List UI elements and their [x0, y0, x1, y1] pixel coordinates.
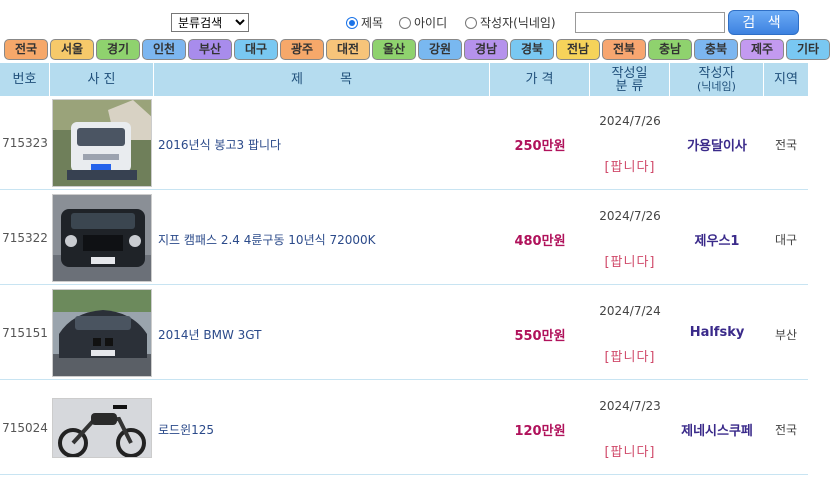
- region-tab[interactable]: 부산: [188, 39, 232, 60]
- row-number: 715024: [2, 421, 48, 435]
- region-tab[interactable]: 경남: [464, 39, 508, 60]
- region-tab[interactable]: 경기: [96, 39, 140, 60]
- table-row[interactable]: 715024 로드윈125 120만원 2024/7/23 [팝니다] 제네시스…: [0, 381, 808, 475]
- header-number: 번호: [0, 63, 50, 96]
- region-tab[interactable]: 광주: [280, 39, 324, 60]
- header-category-label: 분 류: [615, 78, 644, 94]
- region-tab[interactable]: 전국: [4, 39, 48, 60]
- row-category-tag: [팝니다]: [604, 160, 656, 175]
- search-input[interactable]: [575, 12, 725, 33]
- jeep-photo-icon: [53, 195, 151, 281]
- row-title-link[interactable]: 지프 캠패스 2.4 4륜구동 10년식 72000K: [158, 231, 376, 248]
- region-tab[interactable]: 대구: [234, 39, 278, 60]
- header-photo-label: 사 진: [87, 72, 116, 87]
- radio-author[interactable]: 작성자(닉네임): [465, 14, 556, 31]
- header-price-label: 가 격: [525, 72, 554, 87]
- row-title-link[interactable]: 2014년 BMW 3GT: [158, 326, 262, 343]
- row-category-tag: [팝니다]: [604, 255, 656, 270]
- row-price: 480만원: [514, 234, 566, 249]
- header-date: 작성일 분 류: [590, 63, 670, 96]
- row-number: 715151: [2, 326, 48, 340]
- row-region: 전국: [774, 423, 798, 437]
- row-region: 대구: [774, 233, 798, 247]
- header-region: 지역: [764, 63, 808, 96]
- table-header: 번호 사 진 제 목 가 격 작성일 분 류 작성자 (닉네임) 지역: [0, 63, 808, 96]
- motorcycle-photo-icon: [53, 399, 151, 457]
- radio-id-label: 아이디: [414, 16, 448, 30]
- bmw-photo-icon: [53, 290, 151, 376]
- row-number: 715323: [2, 136, 48, 150]
- row-author[interactable]: 제우스1: [670, 230, 764, 249]
- radio-author-label: 작성자(닉네임): [480, 16, 556, 30]
- region-tab[interactable]: 제주: [740, 39, 784, 60]
- row-number: 715322: [2, 231, 48, 245]
- region-tabs: 전국 서울 경기 인천 부산 대구 광주 대전 울산 강원 경남 경북 전남 전북 충남 충북 제주 기타: [4, 39, 832, 61]
- row-photo[interactable]: [52, 99, 152, 187]
- region-tab[interactable]: 강원: [418, 39, 462, 60]
- region-tab[interactable]: 충남: [648, 39, 692, 60]
- radio-dot-icon: [346, 16, 358, 29]
- row-category-tag: [팝니다]: [604, 350, 656, 365]
- row-title-link[interactable]: 로드윈125: [158, 421, 214, 438]
- region-tab[interactable]: 인천: [142, 39, 186, 60]
- header-date-label: 작성일: [611, 65, 648, 81]
- row-photo[interactable]: [52, 398, 152, 458]
- region-tab[interactable]: 울산: [372, 39, 416, 60]
- table-row[interactable]: 715322 지프 캠패스 2.4 4륜구동 10년식 72000K 480만원…: [0, 191, 808, 285]
- region-tab[interactable]: 전남: [556, 39, 600, 60]
- row-price: 250만원: [514, 139, 566, 154]
- radio-title[interactable]: 제목: [346, 14, 383, 31]
- row-author[interactable]: Halfsky: [670, 325, 764, 340]
- header-photo: 사 진: [50, 63, 154, 96]
- row-price: 120만원: [514, 424, 566, 439]
- header-author: 작성자 (닉네임): [670, 63, 764, 96]
- row-region: 전국: [774, 138, 798, 152]
- header-author-label: 작성자: [698, 65, 735, 81]
- row-photo[interactable]: [52, 194, 152, 282]
- row-author[interactable]: 제네시스쿠페: [670, 420, 764, 439]
- region-tab[interactable]: 충북: [694, 39, 738, 60]
- header-title: 제 목: [154, 63, 490, 96]
- header-price: 가 격: [490, 63, 590, 96]
- row-category-tag: [팝니다]: [604, 445, 656, 460]
- radio-title-label: 제목: [361, 16, 384, 30]
- radio-dot-icon: [465, 16, 477, 29]
- row-region: 부산: [774, 328, 798, 342]
- row-date: 2024/7/23: [599, 399, 661, 413]
- header-region-label: 지역: [774, 72, 798, 87]
- row-title-link[interactable]: 2016년식 봉고3 팝니다: [158, 136, 281, 153]
- region-tab[interactable]: 전북: [602, 39, 646, 60]
- header-author-sub-label: (닉네임): [697, 79, 736, 93]
- row-price: 550만원: [514, 329, 566, 344]
- header-title-label: 제 목: [290, 72, 353, 87]
- table-row[interactable]: 715323 2016년식 봉고3 팝니다 250만원 2024/7/26 [팝…: [0, 96, 808, 190]
- row-photo[interactable]: [52, 289, 152, 377]
- region-tab[interactable]: 경북: [510, 39, 554, 60]
- table-row[interactable]: 715151 2014년 BMW 3GT 550만원 2024/7/24 [팝니…: [0, 286, 808, 380]
- region-tab[interactable]: 서울: [50, 39, 94, 60]
- radio-dot-icon: [399, 16, 411, 29]
- radio-id[interactable]: 아이디: [399, 14, 447, 31]
- row-date: 2024/7/26: [599, 209, 661, 223]
- header-number-label: 번호: [12, 72, 37, 87]
- row-author[interactable]: 가용달이사: [670, 135, 764, 154]
- search-button[interactable]: 검 색: [728, 10, 799, 35]
- search-bar: 분류검색 제목 아이디 작성자(닉네임) 검 색: [0, 10, 832, 36]
- region-tab[interactable]: 기타: [786, 39, 830, 60]
- row-date: 2024/7/24: [599, 304, 661, 318]
- region-tab[interactable]: 대전: [326, 39, 370, 60]
- truck-photo-icon: [53, 100, 151, 186]
- category-select[interactable]: 분류검색: [171, 13, 249, 32]
- row-date: 2024/7/26: [599, 114, 661, 128]
